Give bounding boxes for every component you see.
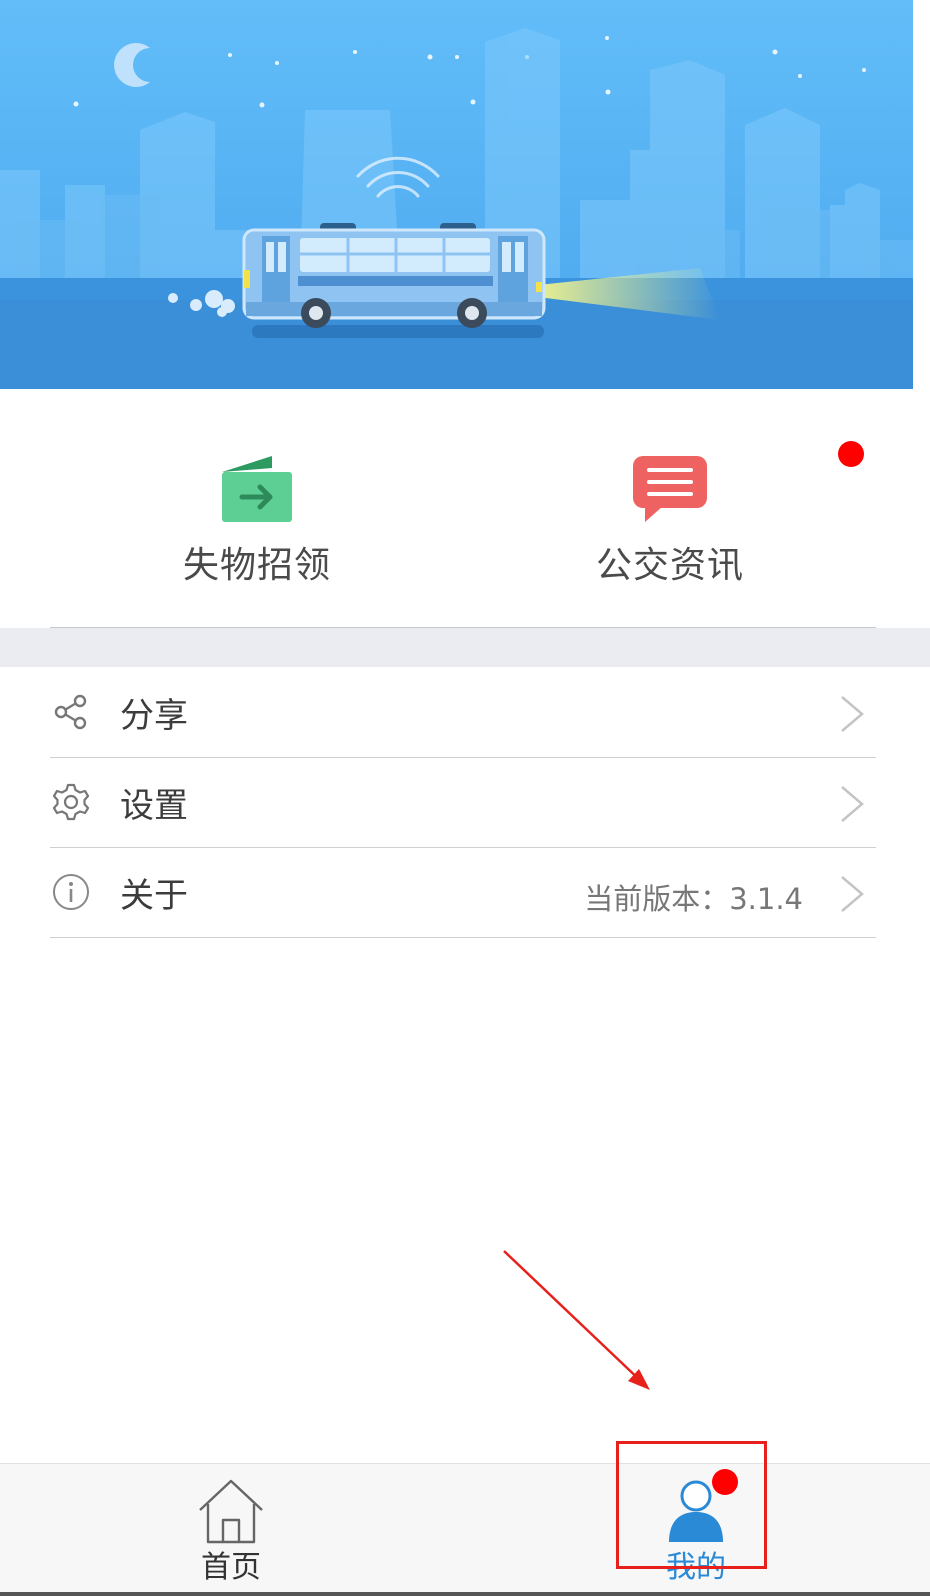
bottom-edge: [0, 1592, 930, 1596]
chevron-right-icon: [841, 696, 864, 732]
bus-news-label: 公交资讯: [595, 545, 744, 586]
menu-item-about[interactable]: 关于 当前版本：3.1.4: [0, 848, 913, 938]
chevron-right-icon: [841, 786, 864, 822]
notification-badge: [712, 1469, 738, 1495]
gear-icon: [52, 783, 90, 821]
tab-home[interactable]: 首页: [141, 1464, 321, 1594]
lost-found-button[interactable]: 失物招领: [127, 444, 387, 588]
menu-item-share[interactable]: 分享: [0, 668, 913, 758]
divider: [50, 937, 876, 938]
annotation-arrow: [503, 1250, 650, 1390]
menu-label-about: 关于: [120, 876, 188, 916]
info-icon: [53, 874, 89, 910]
share-icon: [54, 694, 87, 730]
wallet-arrow-icon: [222, 456, 292, 522]
version-text: 当前版本：3.1.4: [584, 882, 803, 916]
feature-grid: 失物招领 公交资讯: [0, 389, 913, 628]
menu-label-settings: 设置: [120, 786, 188, 826]
tab-label-home: 首页: [201, 1550, 261, 1585]
chevron-right-icon: [841, 876, 864, 912]
lost-found-label: 失物招领: [182, 545, 331, 586]
bus-news-button[interactable]: 公交资讯: [540, 444, 800, 588]
notification-badge: [838, 441, 864, 467]
section-separator: [0, 628, 930, 667]
bottom-tab-bar: 首页 我的: [0, 1463, 930, 1596]
home-icon: [199, 1479, 263, 1544]
message-bubble-icon: [633, 456, 707, 522]
menu-item-settings[interactable]: 设置: [0, 758, 913, 848]
header-banner: [0, 0, 913, 389]
city-bus-illustration: [0, 0, 913, 389]
tab-mine[interactable]: 我的: [606, 1464, 786, 1594]
tab-label-mine: 我的: [666, 1550, 726, 1585]
menu-label-share: 分享: [120, 696, 188, 736]
